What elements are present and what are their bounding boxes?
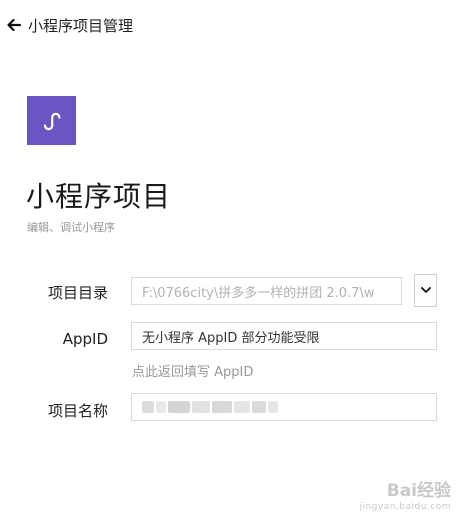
- directory-label: 项目目录: [47, 284, 108, 302]
- project-subtitle: 编辑、调试小程序: [27, 221, 115, 234]
- header-title: 小程序项目管理: [28, 16, 134, 35]
- watermark: Bai经验 jingyan.baidu.com: [359, 476, 451, 512]
- chevron-down-icon: [420, 287, 431, 294]
- appid-input[interactable]: 无小程序 AppID 部分功能受限: [131, 322, 437, 350]
- arrow-left-icon[interactable]: [6, 17, 22, 33]
- miniprogram-logo-icon: [27, 96, 76, 145]
- name-label: 项目名称: [47, 402, 108, 420]
- project-title: 小程序项目: [26, 180, 172, 213]
- blurred-name-value: [142, 401, 278, 413]
- appid-label: AppID: [62, 330, 108, 348]
- directory-dropdown-button[interactable]: [414, 274, 437, 307]
- project-page: 小程序项目管理 小程序项目 编辑、调试小程序 项目目录 F:\0766city\…: [0, 0, 461, 524]
- directory-input[interactable]: F:\0766city\拼多多一样的拼团 2.0.7\w: [131, 277, 402, 305]
- name-input[interactable]: [131, 393, 437, 421]
- watermark-main: Bai经验: [386, 481, 451, 501]
- header: 小程序项目管理: [6, 14, 133, 36]
- appid-hint-link[interactable]: 点此返回填写 AppID: [132, 361, 253, 380]
- watermark-sub: jingyan.baidu.com: [359, 502, 451, 512]
